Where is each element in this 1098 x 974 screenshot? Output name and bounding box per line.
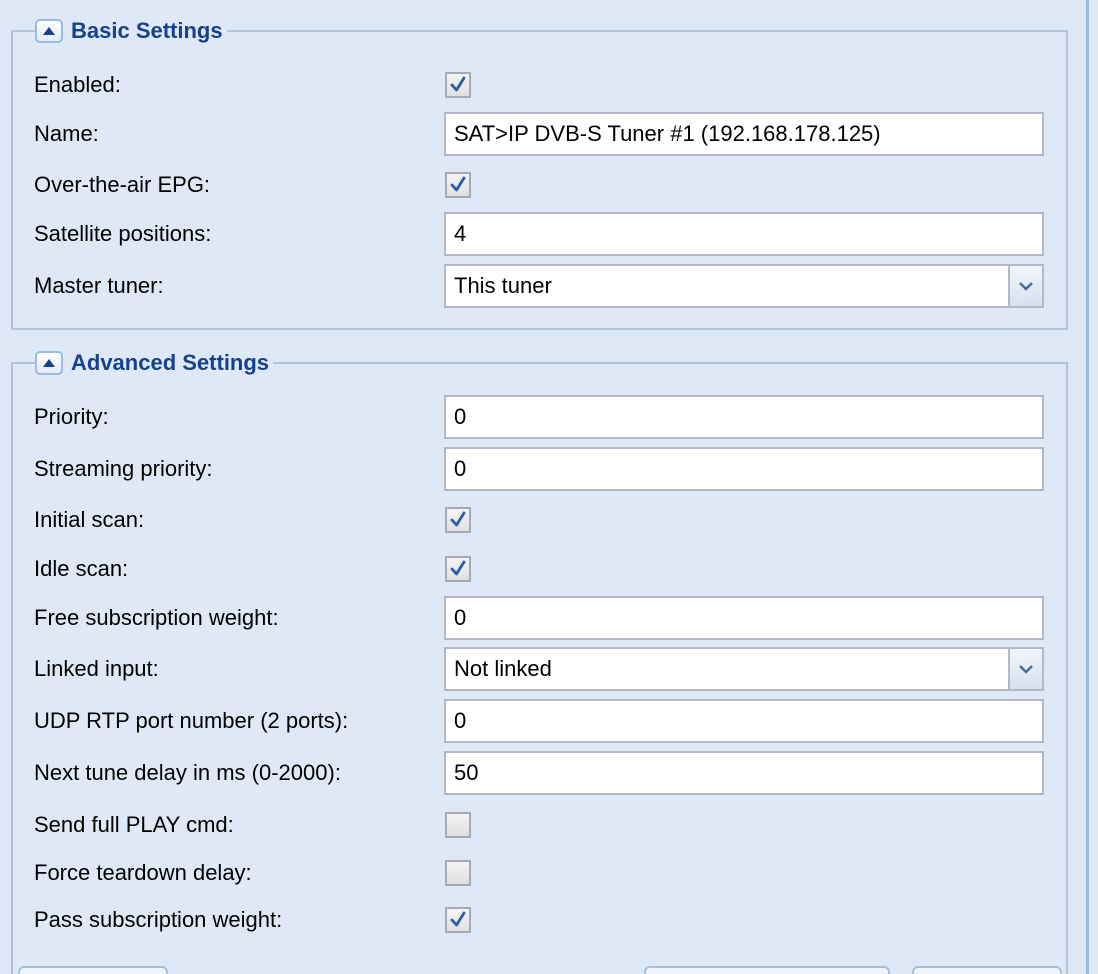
- ota-epg-label: Over-the-air EPG:: [34, 172, 211, 197]
- udp-rtp-port-row: UDP RTP port number (2 ports):: [0, 698, 1098, 744]
- linked-input-select[interactable]: Not linked: [444, 647, 1044, 691]
- force-teardown-delay-label: Force teardown delay:: [34, 860, 252, 885]
- chevron-down-icon: [1019, 664, 1033, 674]
- master-tuner-value: This tuner: [454, 273, 552, 298]
- free-subscription-weight-label: Free subscription weight:: [34, 605, 279, 630]
- free-subscription-weight-input[interactable]: [444, 596, 1044, 640]
- initial-scan-checkbox[interactable]: [445, 507, 471, 533]
- next-tune-delay-input[interactable]: [444, 751, 1044, 795]
- tuner-settings-panel: Basic Settings Advanced Settings Enabled…: [0, 0, 1098, 974]
- triangle-up-icon: [43, 359, 55, 367]
- udp-rtp-port-label: UDP RTP port number (2 ports):: [34, 708, 349, 733]
- check-icon: [450, 176, 466, 192]
- streaming-priority-label: Streaming priority:: [34, 456, 213, 481]
- idle-scan-label: Idle scan:: [34, 556, 129, 581]
- master-tuner-row: Master tuner: This tuner: [0, 263, 1098, 309]
- satellite-positions-row: Satellite positions:: [0, 211, 1098, 257]
- footer-button-left[interactable]: [18, 966, 168, 974]
- name-input[interactable]: [444, 112, 1044, 156]
- next-tune-delay-row: Next tune delay in ms (0-2000):: [0, 750, 1098, 796]
- name-label: Name:: [34, 121, 99, 146]
- force-teardown-delay-checkbox[interactable]: [445, 860, 471, 886]
- initial-scan-row: Initial scan:: [0, 497, 1098, 543]
- advanced-settings-collapse-button[interactable]: [35, 351, 63, 375]
- basic-settings-title: Basic Settings: [71, 18, 223, 43]
- linked-input-label: Linked input:: [34, 656, 159, 681]
- basic-settings-legend: Basic Settings: [35, 18, 227, 44]
- check-icon: [450, 76, 466, 92]
- ota-epg-row: Over-the-air EPG:: [0, 162, 1098, 208]
- enabled-checkbox[interactable]: [445, 72, 471, 98]
- streaming-priority-input[interactable]: [444, 447, 1044, 491]
- pass-subscription-weight-checkbox[interactable]: [445, 907, 471, 933]
- udp-rtp-port-input[interactable]: [444, 699, 1044, 743]
- send-full-play-checkbox[interactable]: [445, 812, 471, 838]
- pass-subscription-weight-row: Pass subscription weight:: [0, 897, 1098, 943]
- satellite-positions-input[interactable]: [444, 212, 1044, 256]
- linked-input-value: Not linked: [454, 656, 552, 681]
- idle-scan-row: Idle scan:: [0, 546, 1098, 592]
- free-subscription-weight-row: Free subscription weight:: [0, 595, 1098, 641]
- priority-label: Priority:: [34, 404, 109, 429]
- panel-right-border: [1086, 0, 1089, 974]
- linked-input-row: Linked input: Not linked: [0, 646, 1098, 692]
- next-tune-delay-label: Next tune delay in ms (0-2000):: [34, 760, 341, 785]
- ota-epg-checkbox[interactable]: [445, 172, 471, 198]
- master-tuner-dropdown-trigger[interactable]: [1008, 266, 1042, 306]
- streaming-priority-row: Streaming priority:: [0, 446, 1098, 492]
- check-icon: [450, 911, 466, 927]
- master-tuner-label: Master tuner:: [34, 273, 164, 298]
- priority-input[interactable]: [444, 395, 1044, 439]
- linked-input-dropdown-trigger[interactable]: [1008, 649, 1042, 689]
- advanced-settings-legend: Advanced Settings: [35, 350, 273, 376]
- idle-scan-checkbox[interactable]: [445, 556, 471, 582]
- priority-row: Priority:: [0, 394, 1098, 440]
- send-full-play-label: Send full PLAY cmd:: [34, 812, 234, 837]
- check-icon: [450, 511, 466, 527]
- enabled-label: Enabled:: [34, 72, 121, 97]
- check-icon: [450, 560, 466, 576]
- footer-button-right[interactable]: [912, 966, 1062, 974]
- triangle-up-icon: [43, 27, 55, 35]
- initial-scan-label: Initial scan:: [34, 507, 145, 532]
- name-row: Name:: [0, 111, 1098, 157]
- send-full-play-row: Send full PLAY cmd:: [0, 802, 1098, 848]
- footer-button-middle[interactable]: [644, 966, 890, 974]
- master-tuner-select[interactable]: This tuner: [444, 264, 1044, 308]
- advanced-settings-title: Advanced Settings: [71, 350, 270, 375]
- pass-subscription-weight-label: Pass subscription weight:: [34, 907, 283, 932]
- force-teardown-delay-row: Force teardown delay:: [0, 850, 1098, 896]
- chevron-down-icon: [1019, 281, 1033, 291]
- basic-settings-collapse-button[interactable]: [35, 19, 63, 43]
- satellite-positions-label: Satellite positions:: [34, 221, 212, 246]
- enabled-row: Enabled:: [0, 62, 1098, 108]
